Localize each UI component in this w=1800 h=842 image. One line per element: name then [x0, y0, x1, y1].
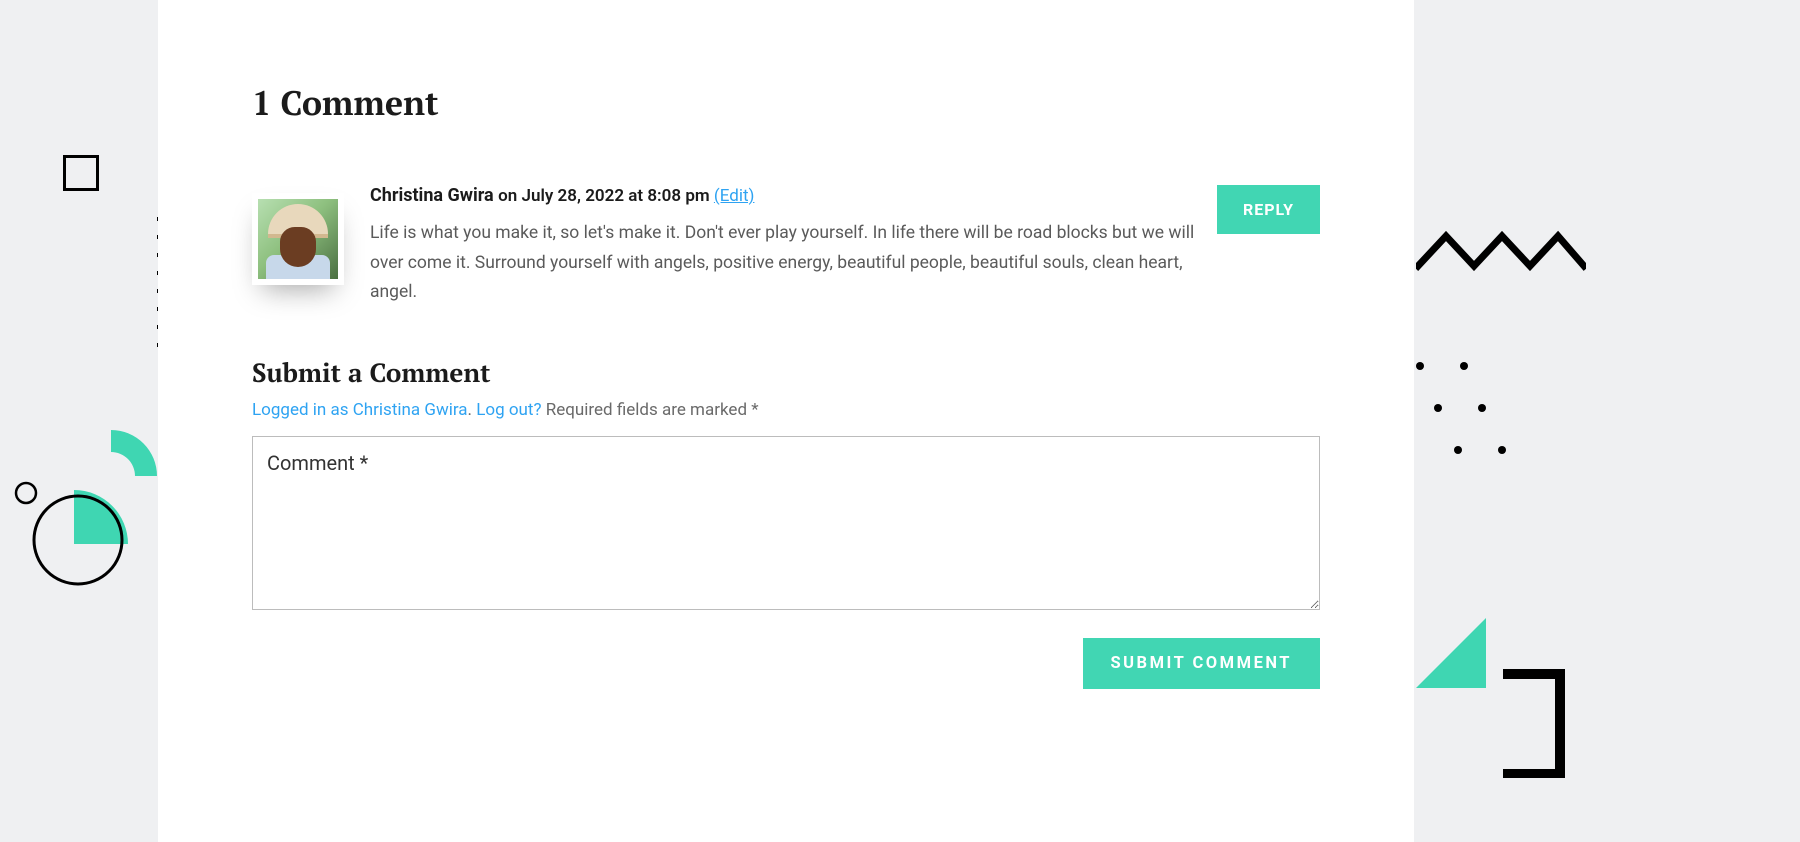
decoration-dot-grid-icon — [1414, 360, 1544, 460]
comment-author: Christina Gwira — [370, 185, 494, 206]
decoration-square-icon — [63, 155, 99, 191]
decoration-zigzag-icon — [1416, 222, 1586, 278]
separator-dot: . — [468, 400, 477, 420]
login-status-line: Logged in as Christina Gwira. Log out? R… — [252, 400, 1320, 420]
decoration-triangle-rect-icon — [1414, 608, 1584, 778]
comment-item: Christina Gwira on July 28, 2022 at 8:08… — [252, 183, 1320, 308]
comments-heading: 1 Comment — [252, 80, 1320, 125]
comment-body: Life is what you make it, so let's make … — [370, 219, 1210, 308]
logged-in-link[interactable]: Logged in as Christina Gwira — [252, 400, 468, 420]
submit-row: SUBMIT COMMENT — [252, 638, 1320, 689]
reply-button[interactable]: REPLY — [1217, 185, 1320, 234]
decoration-arc-circles-icon — [10, 420, 180, 630]
required-note: Required fields are marked * — [542, 400, 759, 420]
comment-meta: on July 28, 2022 at 8:08 pm — [498, 186, 714, 206]
avatar — [252, 193, 344, 285]
comment-header: Christina Gwira on July 28, 2022 at 8:08… — [370, 183, 1320, 209]
edit-link[interactable]: (Edit) — [714, 186, 755, 206]
logout-link[interactable]: Log out? — [476, 400, 541, 420]
comments-card: 1 Comment Christina Gwira on July 28, 20… — [158, 0, 1414, 842]
comment-textarea[interactable] — [252, 436, 1320, 610]
submit-heading: Submit a Comment — [252, 356, 1320, 390]
submit-button[interactable]: SUBMIT COMMENT — [1083, 638, 1320, 689]
